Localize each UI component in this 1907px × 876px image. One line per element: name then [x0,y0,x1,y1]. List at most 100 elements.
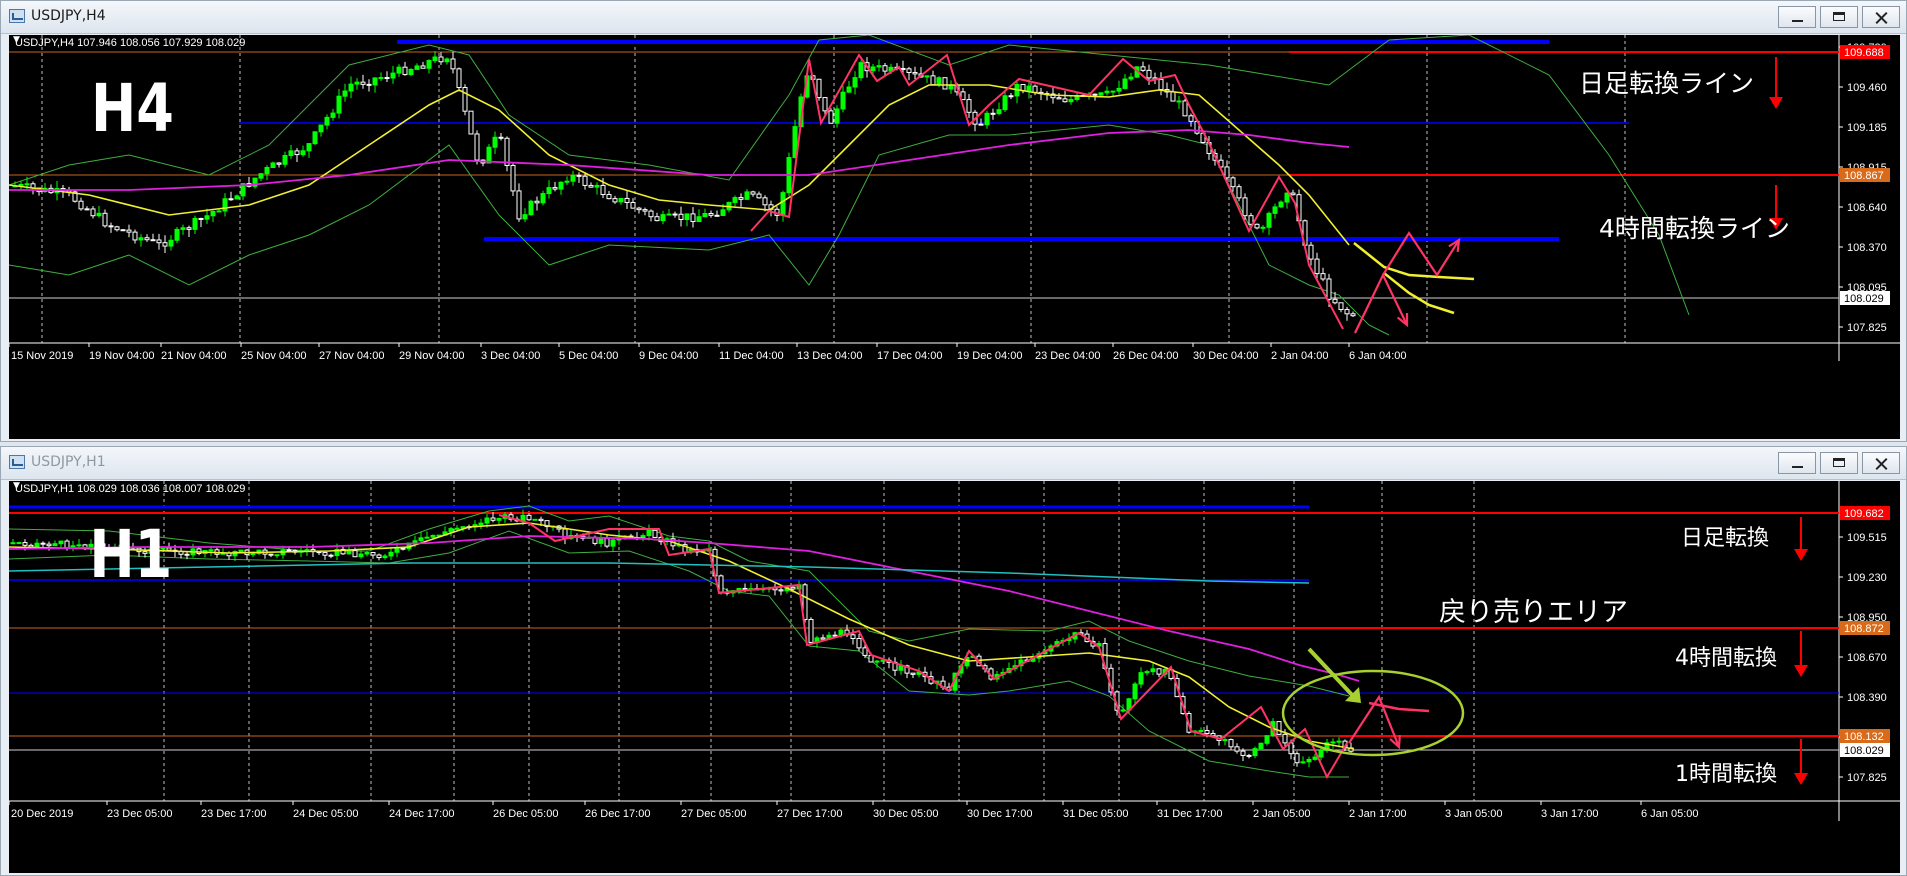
candle-body [516,190,522,220]
candle-body [870,66,876,72]
time-tick-label: 31 Dec 17:00 [1157,808,1222,820]
candle-body [180,227,186,230]
candle-body [762,197,768,206]
price-tag-label: 108.872 [1844,623,1884,635]
annotation-daily-line: 日足転換ライン [1579,69,1754,98]
candle-body [1242,197,1248,217]
candle-body [120,229,126,232]
candle-body [654,216,660,222]
annotation-h1: 1時間転換 [1675,762,1777,787]
candle-body [444,58,450,63]
candle-body [448,528,454,533]
candle-body [1234,746,1240,752]
candle-body [324,116,330,126]
candle-body [876,65,882,68]
candle-body [1140,66,1146,71]
minimize-button[interactable] [1778,452,1816,474]
candle-body [222,198,228,212]
candle-body [1182,100,1188,117]
candle-body [306,143,312,152]
chart-app-icon [9,455,25,469]
candle-body [342,90,348,97]
candle-body [720,209,726,216]
time-tick-label: 27 Dec 05:00 [681,808,746,820]
candle-body [1228,739,1234,748]
close-button[interactable] [1862,6,1900,28]
time-tick-label: 15 Nov 2019 [11,350,73,362]
candle-body [882,65,888,72]
candle-body [52,543,58,547]
candle-body [1332,298,1338,304]
candle-body [1056,97,1062,100]
candle-body [394,547,400,553]
time-tick-label: 30 Dec 17:00 [967,808,1032,820]
collapse-arrow-icon[interactable]: ▼ [13,35,20,45]
candle-body [1026,85,1032,92]
time-tick-label: 5 Dec 04:00 [559,350,618,362]
candle-body [1008,95,1014,98]
time-tick-label: 26 Dec 05:00 [493,808,558,820]
candle-body [522,214,528,220]
candle-body [546,187,552,195]
candle-body [816,78,822,99]
candle-body [1110,90,1116,93]
candle-body [1320,273,1326,280]
candle-body [1350,313,1356,317]
candle-body [1330,741,1336,744]
candle-body [96,212,102,217]
chart-window-h4[interactable]: USDJPY,H4 USDJPY,H4 107.946 108.056 107.… [0,0,1907,442]
price-tick-label: 108.370 [1847,242,1887,254]
candle-body [1314,258,1320,275]
candle-body [84,208,90,211]
candle-body [108,225,114,228]
candle-body [282,154,288,165]
candle-body [936,77,942,86]
close-button[interactable] [1862,452,1900,474]
candle-body [312,131,318,145]
candle-body [1306,758,1312,763]
title-bar[interactable]: USDJPY,H1 [1,447,1906,480]
candle-body [708,212,714,216]
candle-body [228,198,234,201]
candle-body [364,551,370,555]
candle-body [1318,750,1324,758]
candle-body [1188,115,1194,122]
candle-body [238,549,244,552]
candle-body [370,551,376,556]
candle-body [424,536,430,539]
candle-body [978,123,984,126]
maximize-button[interactable] [1820,6,1858,28]
candle-body [1146,69,1152,79]
candle-body [168,239,174,247]
chart-window-h1[interactable]: USDJPY,H1 USDJPY,H1 108.029 108.036 108.… [0,446,1907,876]
time-tick-label: 23 Dec 04:00 [1035,350,1100,362]
candle-body [1176,100,1182,103]
candle-body [510,164,516,192]
candle-body [1158,79,1164,91]
candle-body [930,75,936,86]
candle-body [270,162,276,169]
candle-body [738,197,744,200]
collapse-arrow-icon[interactable]: ▼ [13,481,20,491]
candle-body [856,638,862,649]
candle-body [1246,754,1252,757]
price-chart-h4[interactable]: USDJPY,H4 107.946 108.056 107.929 108.02… [9,35,1900,439]
candle-body [1156,668,1162,675]
candle-body [912,71,918,75]
maximize-button[interactable] [1820,452,1858,474]
candle-body [570,174,576,182]
candle-body [534,200,540,204]
title-bar[interactable]: USDJPY,H4 [1,1,1906,34]
candle-body [808,618,814,643]
candle-body [1150,668,1156,673]
candle-body [1138,672,1144,685]
candle-body [144,237,150,241]
candle-body [660,214,666,222]
candle-body [384,77,390,80]
annotation-h4-line: 4時間転換ライン [1599,214,1790,243]
candle-body [1282,733,1288,744]
candle-body [1300,761,1306,764]
price-chart-h1[interactable]: USDJPY,H1 108.029 108.036 108.007 108.02… [9,481,1900,873]
minimize-button[interactable] [1778,6,1816,28]
candle-body [822,97,828,112]
